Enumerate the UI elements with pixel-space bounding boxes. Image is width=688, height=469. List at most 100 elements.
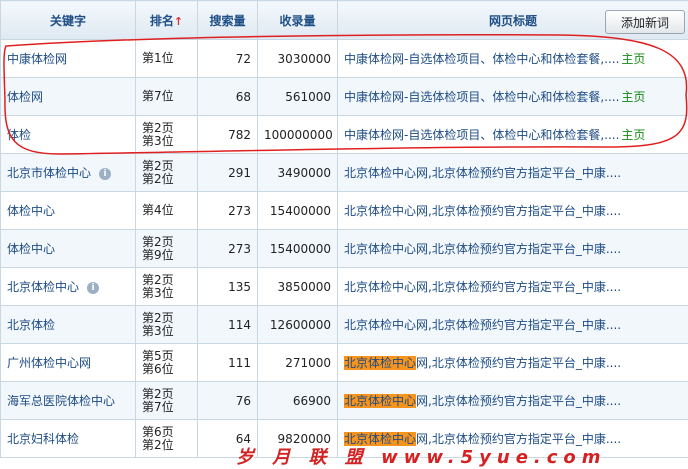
- homepage-link[interactable]: 主页: [621, 52, 645, 66]
- page-title-link[interactable]: 北京体检中心网,北京体检预约官方指定平台_中康....: [344, 242, 621, 256]
- table-row[interactable]: 广州体检中心网第5页第6位111271000北京体检中心网,北京体检预约官方指定…: [1, 344, 688, 382]
- keyword-text[interactable]: 北京体检: [7, 318, 55, 332]
- page-title-cell[interactable]: 北京体检中心网,北京体检预约官方指定平台_中康....: [338, 154, 688, 192]
- rank-line-1: 第2页: [142, 388, 191, 401]
- indexed-count-cell: 15400000: [258, 192, 338, 230]
- keyword-cell[interactable]: 体检网: [1, 78, 136, 116]
- keyword-cell[interactable]: 海军总医院体检中心: [1, 382, 136, 420]
- highlighted-term: 北京体检中心: [344, 356, 416, 370]
- page-title-link[interactable]: 网,北京体检预约官方指定平台_中康....: [416, 394, 621, 408]
- indexed-count-cell: 12600000: [258, 306, 338, 344]
- page-title-link[interactable]: 中康体检网-自选体检项目、体检中心和体检套餐,....: [344, 90, 619, 104]
- rank-cell: 第2页第3位: [136, 268, 198, 306]
- page-title-cell[interactable]: 中康体检网-自选体检项目、体检中心和体检套餐,....主页: [338, 40, 688, 78]
- page-title-cell[interactable]: 北京体检中心网,北京体检预约官方指定平台_中康....: [338, 268, 688, 306]
- keyword-text[interactable]: 体检: [7, 128, 31, 142]
- table-header-row: 关键字 排名↑ 搜索量 收录量 网页标题: [1, 1, 688, 40]
- keyword-cell[interactable]: 体检: [1, 116, 136, 154]
- rank-cell: 第2页第3位: [136, 116, 198, 154]
- rank-line-1: 第4位: [142, 204, 191, 217]
- rank-line-2: 第2位: [142, 439, 191, 452]
- rank-line-2: 第2位: [142, 173, 191, 186]
- keyword-text[interactable]: 北京市体检中心: [7, 166, 91, 180]
- indexed-count-cell: 66900: [258, 382, 338, 420]
- table-row[interactable]: 北京体检第2页第3位11412600000北京体检中心网,北京体检预约官方指定平…: [1, 306, 688, 344]
- keyword-text[interactable]: 北京体检中心: [7, 280, 79, 294]
- highlighted-term: 北京体检中心: [344, 394, 416, 408]
- rank-line-1: 第2页: [142, 274, 191, 287]
- page-title-link[interactable]: 网,北京体检预约官方指定平台_中康....: [416, 356, 621, 370]
- keyword-text[interactable]: 体检中心: [7, 204, 55, 218]
- indexed-count-cell: 561000: [258, 78, 338, 116]
- page-title-cell[interactable]: 北京体检中心网,北京体检预约官方指定平台_中康....: [338, 344, 688, 382]
- rank-line-1: 第1位: [142, 52, 191, 65]
- homepage-link[interactable]: 主页: [621, 128, 645, 142]
- rank-line-1: 第2页: [142, 236, 191, 249]
- table-row[interactable]: 体检第2页第3位782100000000中康体检网-自选体检项目、体检中心和体检…: [1, 116, 688, 154]
- header-keyword[interactable]: 关键字: [1, 1, 136, 40]
- page-title-cell[interactable]: 北京体检中心网,北京体检预约官方指定平台_中康....: [338, 306, 688, 344]
- page-title-link[interactable]: 北京体检中心网,北京体检预约官方指定平台_中康....: [344, 280, 621, 294]
- keyword-rank-table: 关键字 排名↑ 搜索量 收录量 网页标题 中康体检网第1位723030000中康…: [0, 0, 688, 458]
- search-volume-cell: 76: [198, 382, 258, 420]
- search-volume-cell: 111: [198, 344, 258, 382]
- search-volume-cell: 291: [198, 154, 258, 192]
- table-row[interactable]: 体检中心第4位27315400000北京体检中心网,北京体检预约官方指定平台_中…: [1, 192, 688, 230]
- indexed-count-cell: 271000: [258, 344, 338, 382]
- search-volume-cell: 135: [198, 268, 258, 306]
- page-title-link[interactable]: 北京体检中心网,北京体检预约官方指定平台_中康....: [344, 204, 621, 218]
- sort-arrow-icon: ↑: [174, 15, 183, 28]
- rank-line-1: 第6页: [142, 426, 191, 439]
- keyword-text[interactable]: 广州体检中心网: [7, 356, 91, 370]
- rank-cell: 第4位: [136, 192, 198, 230]
- page-title-cell[interactable]: 北京体检中心网,北京体检预约官方指定平台_中康....: [338, 192, 688, 230]
- keyword-cell[interactable]: 体检中心: [1, 230, 136, 268]
- keyword-cell[interactable]: 中康体检网: [1, 40, 136, 78]
- keyword-cell[interactable]: 北京体检中心 i: [1, 268, 136, 306]
- info-icon[interactable]: i: [99, 168, 111, 180]
- rank-line-1: 第2页: [142, 160, 191, 173]
- table-row[interactable]: 北京体检中心i第2页第3位1353850000北京体检中心网,北京体检预约官方指…: [1, 268, 688, 306]
- indexed-count-cell: 3490000: [258, 154, 338, 192]
- keyword-cell[interactable]: 北京市体检中心 i: [1, 154, 136, 192]
- indexed-count-cell: 100000000: [258, 116, 338, 154]
- table-row[interactable]: 体检网第7位68561000中康体检网-自选体检项目、体检中心和体检套餐,...…: [1, 78, 688, 116]
- page-title-cell[interactable]: 中康体检网-自选体检项目、体检中心和体检套餐,....主页: [338, 116, 688, 154]
- header-rank[interactable]: 排名↑: [136, 1, 198, 40]
- page-title-cell[interactable]: 北京体检中心网,北京体检预约官方指定平台_中康....: [338, 382, 688, 420]
- keyword-text[interactable]: 体检中心: [7, 242, 55, 256]
- keyword-text[interactable]: 体检网: [7, 90, 43, 104]
- rank-cell: 第5页第6位: [136, 344, 198, 382]
- header-indexed-count[interactable]: 收录量: [258, 1, 338, 40]
- keyword-cell[interactable]: 北京体检: [1, 306, 136, 344]
- keyword-text[interactable]: 北京妇科体检: [7, 432, 79, 446]
- keyword-text[interactable]: 中康体检网: [7, 52, 67, 66]
- homepage-link[interactable]: 主页: [621, 90, 645, 104]
- add-keyword-button[interactable]: 添加新词: [605, 10, 685, 34]
- search-volume-cell: 273: [198, 230, 258, 268]
- keyword-cell[interactable]: 北京妇科体检: [1, 420, 136, 458]
- table-row[interactable]: 海军总医院体检中心第2页第7位7666900北京体检中心网,北京体检预约官方指定…: [1, 382, 688, 420]
- search-volume-cell: 782: [198, 116, 258, 154]
- table-row[interactable]: 体检中心第2页第9位27315400000北京体检中心网,北京体检预约官方指定平…: [1, 230, 688, 268]
- header-search-volume[interactable]: 搜索量: [198, 1, 258, 40]
- keyword-text[interactable]: 海军总医院体检中心: [7, 394, 115, 408]
- rank-line-2: 第3位: [142, 287, 191, 300]
- rank-line-2: 第3位: [142, 135, 191, 148]
- info-icon[interactable]: i: [87, 282, 99, 294]
- rank-line-1: 第7位: [142, 90, 191, 103]
- page-title-cell[interactable]: 中康体检网-自选体检项目、体检中心和体检套餐,....主页: [338, 78, 688, 116]
- rank-cell: 第1位: [136, 40, 198, 78]
- search-volume-cell: 68: [198, 78, 258, 116]
- keyword-cell[interactable]: 体检中心: [1, 192, 136, 230]
- page-title-link[interactable]: 北京体检中心网,北京体检预约官方指定平台_中康....: [344, 166, 621, 180]
- rank-line-2: 第6位: [142, 363, 191, 376]
- table-row[interactable]: 中康体检网第1位723030000中康体检网-自选体检项目、体检中心和体检套餐,…: [1, 40, 688, 78]
- page-title-link[interactable]: 中康体检网-自选体检项目、体检中心和体检套餐,....: [344, 52, 619, 66]
- page-title-link[interactable]: 中康体检网-自选体检项目、体检中心和体检套餐,....: [344, 128, 619, 142]
- keyword-cell[interactable]: 广州体检中心网: [1, 344, 136, 382]
- page-title-cell[interactable]: 北京体检中心网,北京体检预约官方指定平台_中康....: [338, 230, 688, 268]
- rank-line-2: 第9位: [142, 249, 191, 262]
- table-row[interactable]: 北京市体检中心 i 第2页第2位 2913490000 北京体检中心网,北京体检预约官方…: [1, 154, 688, 192]
- page-title-link[interactable]: 北京体检中心网,北京体检预约官方指定平台_中康....: [344, 318, 621, 332]
